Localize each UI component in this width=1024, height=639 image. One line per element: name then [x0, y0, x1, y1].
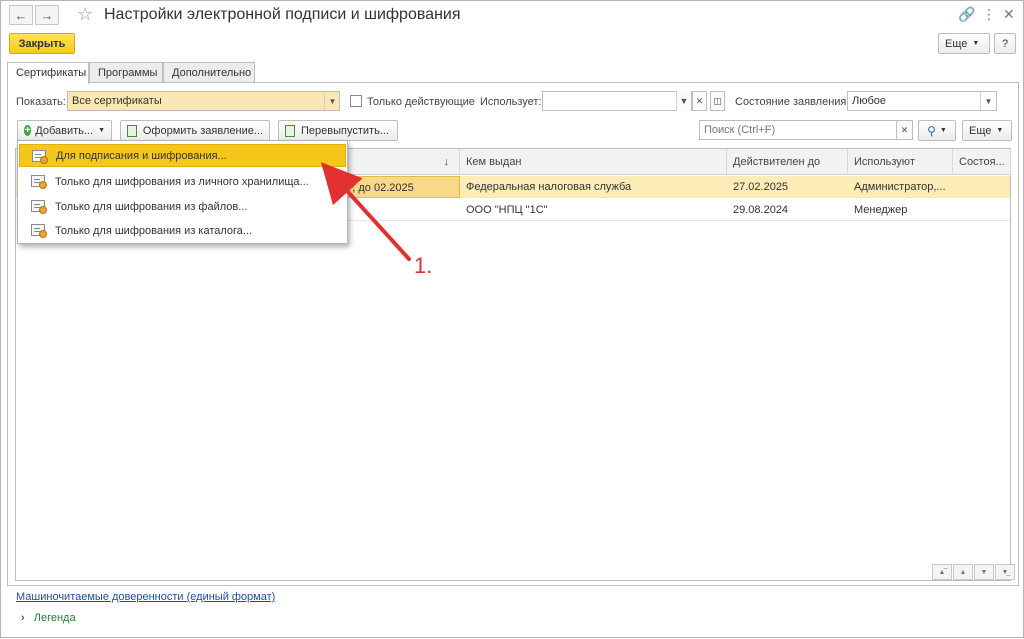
annotation-arrow [320, 162, 411, 261]
settings-window: ← → ☆ Настройки электронной подписи и ши… [0, 0, 1024, 638]
annotation-step-label: 1. [414, 253, 433, 278]
